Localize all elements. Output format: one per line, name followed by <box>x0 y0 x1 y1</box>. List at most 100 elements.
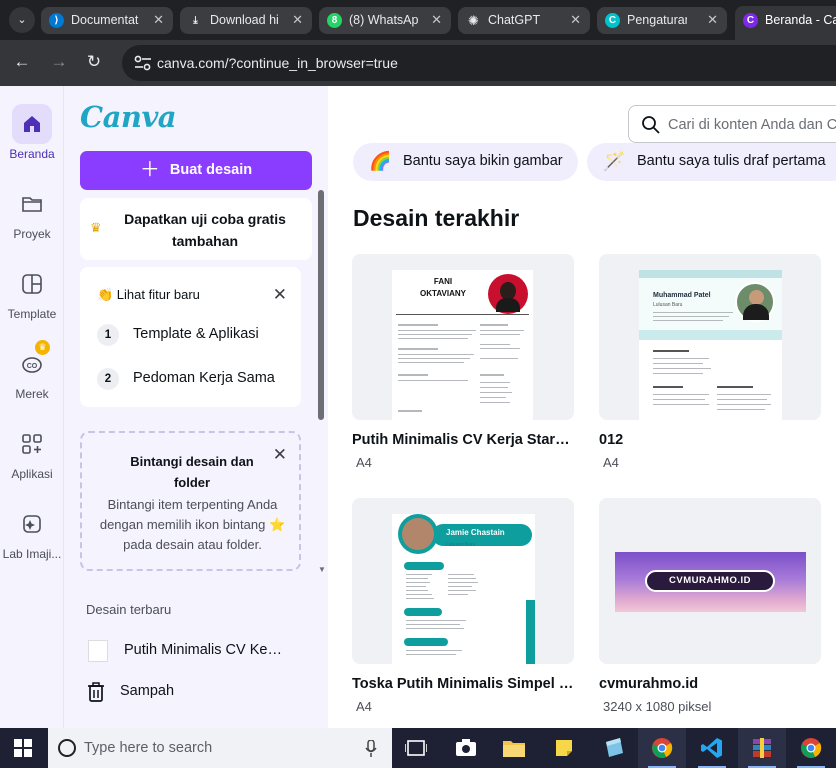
close-icon[interactable]: ✕ <box>273 285 287 305</box>
back-arrow-icon[interactable]: ← <box>11 51 33 73</box>
preview-name-line-2: Lulusan Baru <box>446 542 476 548</box>
design-meta: A4 <box>603 455 619 470</box>
rail-item-lab-imajinasi[interactable]: Lab Imaji... <box>0 504 64 561</box>
ai-image-chip[interactable]: 🌈 Bantu saya bikin gambar <box>353 143 578 181</box>
search-icon <box>58 739 76 757</box>
whatsapp-icon: 8 <box>327 13 342 28</box>
ai-writing-chip[interactable]: 🪄 Bantu saya tulis draf pertama <box>587 143 836 181</box>
new-features-card: 👏 Lihat fitur baru ✕ 1 Template & Aplika… <box>80 267 301 407</box>
taskbar-search-input[interactable]: Type here to search <box>48 728 392 768</box>
microphone-icon[interactable] <box>365 740 377 758</box>
close-icon[interactable]: ✕ <box>273 445 287 465</box>
canva-icon: C <box>605 13 620 28</box>
magic-icon <box>12 504 52 544</box>
close-tab-icon[interactable]: ✕ <box>707 12 718 28</box>
crown-icon: ♛ <box>90 220 102 235</box>
rail-label: Lab Imaji... <box>2 547 62 561</box>
tab-chatgpt[interactable]: ✺ ChatGPT ✕ <box>458 7 590 34</box>
feature-item-label: Pedoman Kerja Sama <box>133 370 275 386</box>
rail-item-aplikasi[interactable]: Aplikasi <box>0 424 64 481</box>
app-icon[interactable] <box>590 728 638 768</box>
trash-item[interactable]: Sampah <box>86 679 286 705</box>
banner-preview: CVMURAHMO.ID <box>615 552 806 612</box>
tab-beranda-canva[interactable]: C Beranda - Ca <box>735 6 836 40</box>
vscode-taskbar-icon[interactable] <box>688 728 736 768</box>
plus-icon: ＋ <box>139 159 160 181</box>
scroll-down-arrow-icon[interactable]: ▼ <box>318 565 326 574</box>
chrome-taskbar-icon-2[interactable] <box>787 728 835 768</box>
feature-item-template-aplikasi[interactable]: 1 Template & Aplikasi <box>97 324 292 346</box>
cv-document-preview: Jamie Chastain Lulusan Baru <box>392 514 535 664</box>
rail-item-merek[interactable]: CO ♛ Merek <box>0 340 64 401</box>
preview-name-line-2: Lulusan Baru <box>653 302 683 308</box>
banner-pill: CVMURAHMO.ID <box>645 570 775 592</box>
brand-icon: CO ♛ <box>12 340 52 384</box>
cv-document-preview: FANI OKTAVIANY <box>392 270 533 420</box>
design-preview: Muhammad Patel Lulusan Baru <box>599 254 821 420</box>
site-settings-icon[interactable] <box>133 54 153 72</box>
cv-document-preview: Muhammad Patel Lulusan Baru <box>639 270 782 420</box>
search-icon <box>642 116 660 134</box>
step-number: 2 <box>97 368 119 390</box>
design-thumbnail <box>88 640 108 662</box>
chatgpt-icon: ✺ <box>468 13 479 28</box>
forward-arrow-icon[interactable]: → <box>48 51 70 73</box>
browser-toolbar: ← → ↻ canva.com/?continue_in_browser=tru… <box>0 40 836 86</box>
feature-item-pedoman[interactable]: 2 Pedoman Kerja Sama <box>97 368 292 390</box>
free-trial-card[interactable]: ♛ Dapatkan uji coba gratis tambahan <box>80 198 312 260</box>
design-preview: CVMURAHMO.ID <box>599 498 821 664</box>
design-name: cvmurahmo.id <box>599 676 699 692</box>
trash-icon <box>88 682 104 702</box>
star-tip-title: Bintangi desain dan folder <box>130 454 254 490</box>
tab-whatsapp[interactable]: 8 (8) WhatsApp ✕ <box>319 7 451 34</box>
tab-title: Pengaturan <box>627 13 687 27</box>
close-tab-icon[interactable]: ✕ <box>153 12 164 28</box>
recent-design-item[interactable]: Putih Minimalis CV Kerja Start <box>88 638 313 664</box>
address-bar[interactable]: canva.com/?continue_in_browser=true <box>122 45 836 81</box>
folder-icon <box>12 184 52 224</box>
chrome-taskbar-icon[interactable] <box>638 728 686 768</box>
task-view-icon[interactable] <box>392 728 440 768</box>
template-icon <box>12 264 52 304</box>
browser-tab-bar: ⌄ ⟩ Documentat ✕ ⤓ Download hi ✕ 8 (8) W… <box>0 0 836 40</box>
profile-photo <box>488 274 528 314</box>
rail-item-proyek[interactable]: Proyek <box>0 184 64 241</box>
recent-design-label: Putih Minimalis CV Kerja Start <box>124 642 284 658</box>
tab-title: Beranda - Ca <box>765 13 836 27</box>
tab-title: Download hi <box>210 13 279 27</box>
sticky-notes-icon[interactable] <box>540 728 588 768</box>
design-meta: 3240 x 1080 piksel <box>603 699 712 714</box>
tab-documentation[interactable]: ⟩ Documentat ✕ <box>41 7 173 34</box>
design-meta: A4 <box>356 455 372 470</box>
preview-name-line-1: FANI <box>433 277 453 286</box>
rail-item-template[interactable]: Template <box>0 264 64 321</box>
profile-photo <box>735 282 775 322</box>
close-tab-icon[interactable]: ✕ <box>570 12 581 28</box>
design-meta: A4 <box>356 699 372 714</box>
create-design-label: Buat desain <box>169 162 253 178</box>
rail-label: Proyek <box>13 227 51 241</box>
tab-title: ChatGPT <box>488 13 541 27</box>
file-explorer-icon[interactable] <box>490 728 538 768</box>
new-features-header: 👏 Lihat fitur baru <box>97 287 200 302</box>
content-search-input[interactable]: Cari di konten Anda dan C <box>628 105 836 143</box>
panel-scrollbar[interactable] <box>318 190 324 420</box>
camera-app-icon[interactable] <box>442 728 490 768</box>
rail-label: Beranda <box>9 147 55 161</box>
preview-name-line-1: Muhammad Patel <box>653 292 711 299</box>
feature-item-label: Template & Aplikasi <box>133 326 259 342</box>
winrar-taskbar-icon[interactable] <box>738 728 786 768</box>
canva-icon: C <box>743 13 758 28</box>
tab-pengaturan[interactable]: C Pengaturan ✕ <box>597 7 727 34</box>
canva-logo[interactable]: Canva <box>80 100 177 134</box>
rail-item-beranda[interactable]: Beranda <box>0 104 64 161</box>
create-design-button[interactable]: ＋ Buat desain <box>80 151 312 190</box>
home-icon <box>12 104 52 144</box>
close-tab-icon[interactable]: ✕ <box>431 12 442 28</box>
tab-search-dropdown-icon[interactable]: ⌄ <box>9 7 35 33</box>
tab-title: Documentat <box>71 13 139 27</box>
windows-start-icon[interactable] <box>14 739 32 757</box>
reload-icon[interactable]: ↻ <box>83 51 105 73</box>
tab-download[interactable]: ⤓ Download hi ✕ <box>180 7 312 34</box>
close-tab-icon[interactable]: ✕ <box>292 12 303 28</box>
